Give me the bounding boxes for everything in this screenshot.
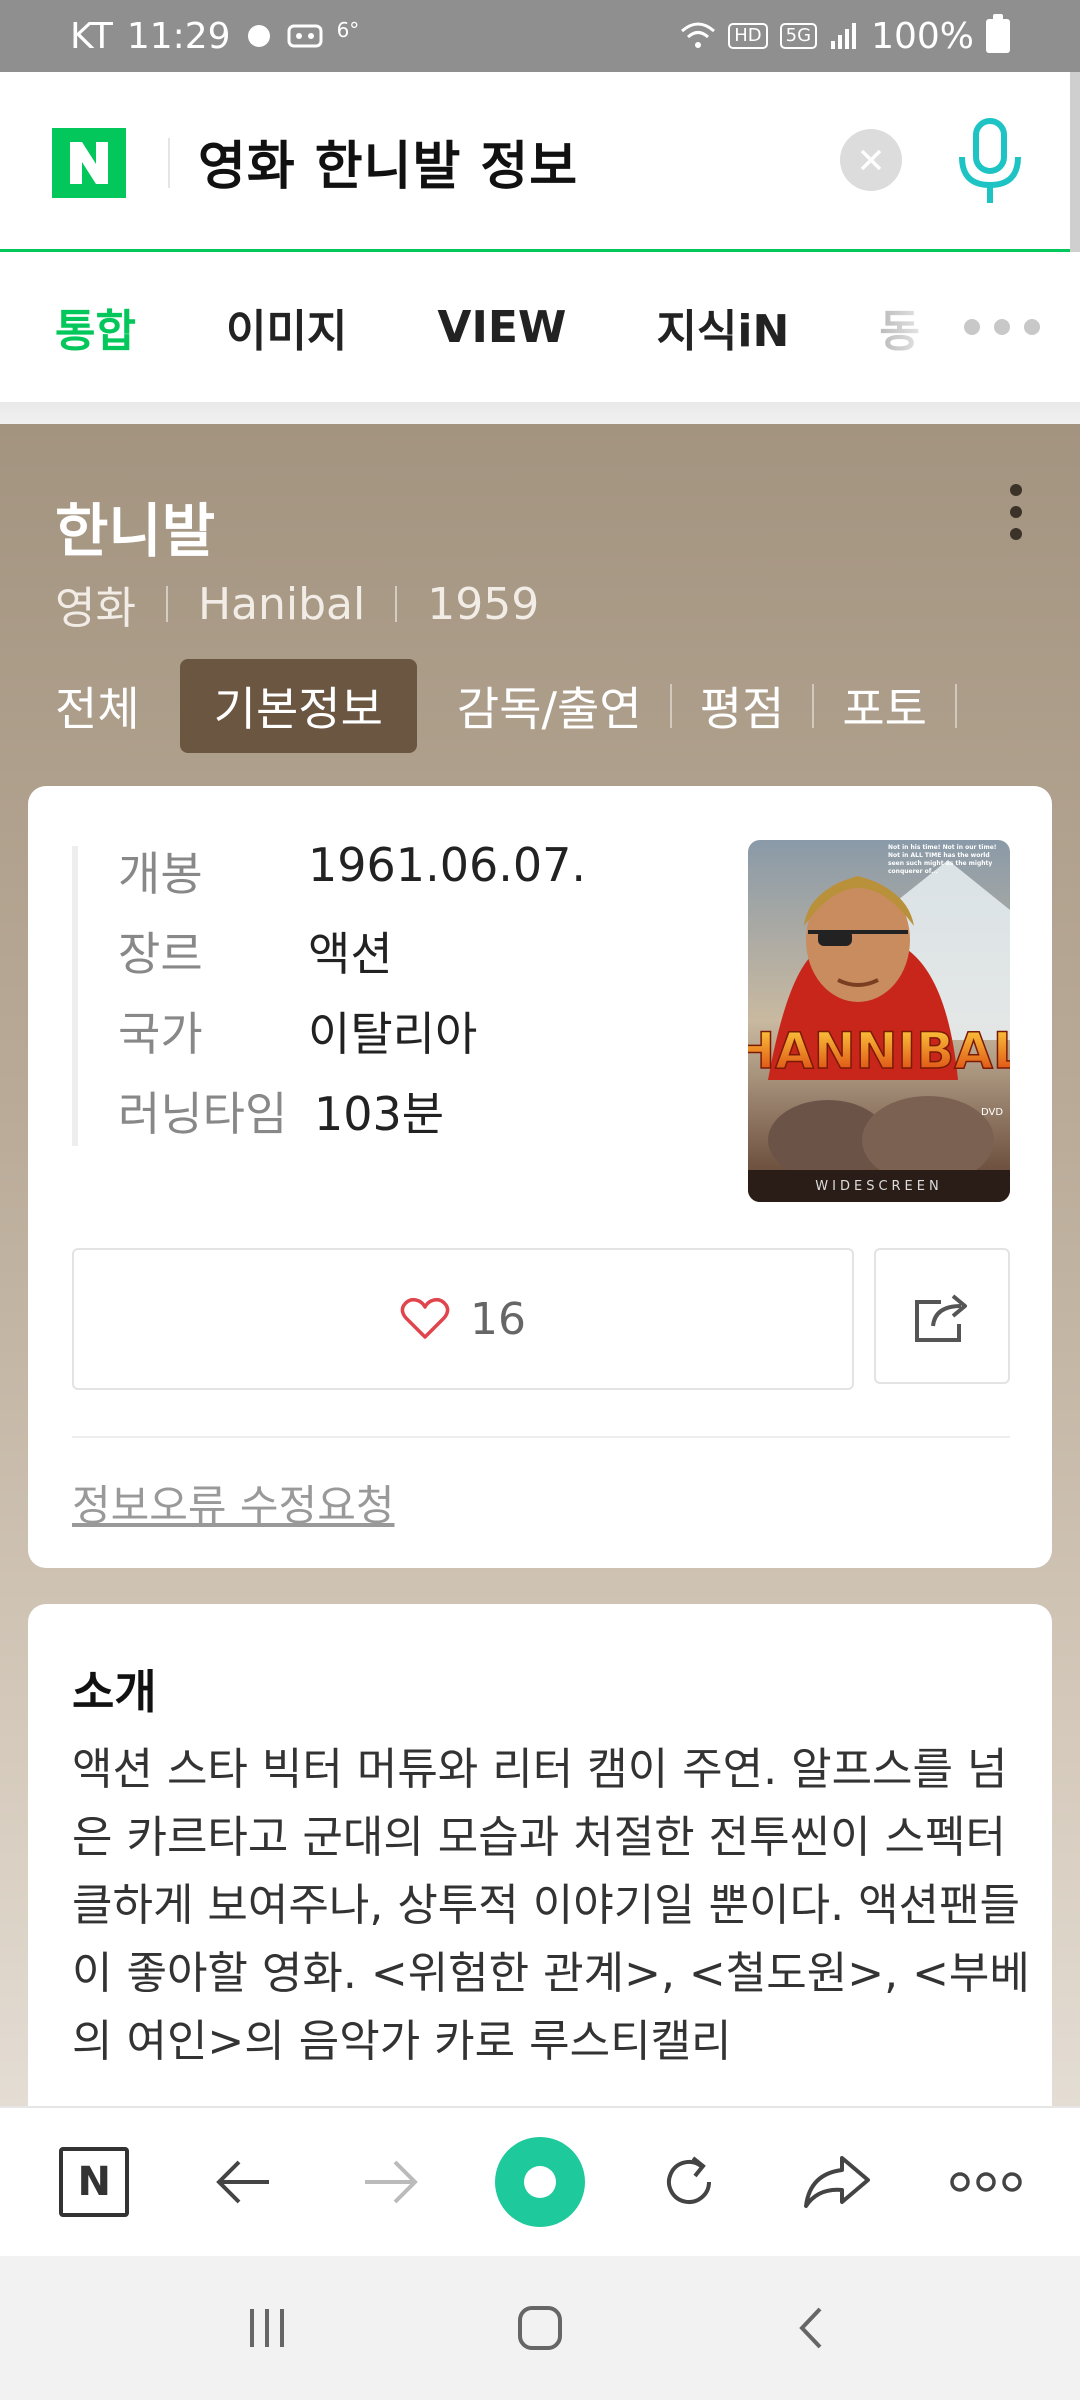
intro-title: 소개 xyxy=(72,1665,157,1719)
more-dot-icon xyxy=(1024,319,1040,335)
info-row-country: 국가 이탈리아 xyxy=(118,998,477,1064)
message-bubble-icon xyxy=(245,22,273,50)
green-dot-icon xyxy=(494,2137,585,2227)
back-button[interactable] xyxy=(193,2132,293,2232)
more-dot-icon xyxy=(994,319,1010,335)
movie-poster[interactable]: HANNIBAL WIDESCREEN DVD Not in his time!… xyxy=(748,840,1010,1202)
android-nav-bar xyxy=(0,2256,1080,2400)
tabs-shadow xyxy=(0,402,1080,424)
more-icon xyxy=(949,2172,1022,2192)
subtab-rating[interactable]: 평점 xyxy=(700,673,785,739)
movie-original-title: Hanibal xyxy=(197,578,366,630)
5g-badge: 5G xyxy=(779,23,818,49)
naver-home-button[interactable]: N xyxy=(44,2132,144,2232)
battery-icon xyxy=(986,14,1010,53)
divider xyxy=(669,684,672,728)
divider xyxy=(812,684,815,728)
subtab-all[interactable]: 전체 xyxy=(55,673,140,739)
signal-icon xyxy=(829,21,859,51)
recent-apps-icon[interactable] xyxy=(242,2303,292,2353)
share-icon xyxy=(915,1294,967,1342)
back-icon[interactable] xyxy=(788,2303,838,2353)
info-row-genre: 장르 액션 xyxy=(118,918,393,984)
tab-integrated[interactable]: 통합 xyxy=(55,295,136,359)
back-arrow-icon xyxy=(216,2160,269,2204)
info-key: 국가 xyxy=(118,1007,203,1061)
green-dot-button[interactable] xyxy=(490,2132,590,2232)
info-value: 1961.06.07. xyxy=(308,838,586,892)
naver-logo-icon[interactable] xyxy=(52,128,126,198)
basic-info-card: 개봉 1961.06.07. 장르 액션 국가 이탈리아 러닝타임 103분 H… xyxy=(28,786,1052,1568)
search-header: 영화 한니발 정보 xyxy=(0,72,1080,252)
tab-view[interactable]: VIEW xyxy=(437,302,566,353)
share-page-button[interactable] xyxy=(787,2132,887,2232)
time-label: 11:29 xyxy=(126,15,231,57)
voice-search-button[interactable] xyxy=(950,117,1030,209)
poster-badge: DVD xyxy=(981,1107,1003,1118)
intro-card: 소개 액션 스타 빅터 머튜와 리터 캠이 주연. 알프스를 넘은 카르타고 군… xyxy=(28,1604,1052,2164)
naver-home-icon: N xyxy=(59,2147,130,2217)
status-bar: KT 11:29 6° HD 5G 100% xyxy=(0,0,1080,72)
report-error-link[interactable]: 정보오류 수정요청 xyxy=(72,1472,394,1533)
wifi-icon xyxy=(680,21,716,51)
search-input[interactable]: 영화 한니발 정보 xyxy=(198,124,578,199)
info-value: 액션 xyxy=(308,927,393,981)
carrier-label: KT xyxy=(70,15,113,57)
info-value: 103분 xyxy=(314,1087,445,1141)
subtab-basic-info[interactable]: 기본정보 xyxy=(179,659,417,753)
search-tabs: 통합 이미지 VIEW 지식iN 동 xyxy=(0,252,1080,402)
temperature-label: 6° xyxy=(336,18,360,42)
like-count: 16 xyxy=(470,1293,526,1345)
refresh-icon xyxy=(666,2156,711,2204)
microphone-icon xyxy=(959,118,1021,203)
share-button[interactable] xyxy=(874,1248,1010,1384)
info-key: 러닝타임 xyxy=(118,1087,288,1141)
poster-title: HANNIBAL xyxy=(748,1022,1010,1080)
heart-icon xyxy=(400,1297,450,1339)
battery-percent: 100% xyxy=(871,15,974,57)
more-tabs-button[interactable] xyxy=(880,252,1050,402)
movie-category: 영화 xyxy=(55,583,136,634)
subtab-director-cast[interactable]: 감독/출연 xyxy=(457,673,642,739)
divider xyxy=(395,586,398,622)
tab-images[interactable]: 이미지 xyxy=(226,295,347,359)
info-row-runtime: 러닝타임 103분 xyxy=(118,1078,444,1144)
movie-year: 1959 xyxy=(427,578,540,630)
close-icon xyxy=(860,149,882,171)
refresh-button[interactable] xyxy=(639,2132,739,2232)
kebab-menu-icon[interactable] xyxy=(1010,484,1024,540)
clear-search-button[interactable] xyxy=(840,129,902,191)
movie-title: 한니발 xyxy=(55,497,216,565)
divider xyxy=(954,684,957,728)
more-dot-icon xyxy=(964,319,980,335)
hd-badge: HD xyxy=(728,23,768,49)
more-button[interactable] xyxy=(936,2132,1036,2232)
info-accent-bar xyxy=(72,846,78,1146)
movie-subtabs: 전체 기본정보 감독/출연 평점 포토 xyxy=(0,656,1080,756)
divider xyxy=(168,138,170,188)
info-key: 개봉 xyxy=(118,847,203,901)
vr-icon xyxy=(287,23,323,49)
intro-text: 액션 스타 빅터 머튜와 리터 캠이 주연. 알프스를 넘은 카르타고 군대의 … xyxy=(72,1744,1030,2067)
subtab-photo[interactable]: 포토 xyxy=(842,673,927,739)
movie-panel: 한니발 영화 Hanibal 1959 전체 기본정보 감독/출연 평점 포토 … xyxy=(0,424,1080,2164)
home-icon[interactable] xyxy=(515,2303,565,2353)
info-row-release: 개봉 1961.06.07. xyxy=(118,838,586,904)
poster-footer: WIDESCREEN xyxy=(815,1179,942,1194)
info-key: 장르 xyxy=(118,927,203,981)
browser-toolbar: N xyxy=(0,2106,1080,2256)
info-value: 이탈리아 xyxy=(308,1007,478,1061)
divider xyxy=(72,1436,1010,1438)
poster-tagline: Not in his time! Not in our time! Not in… xyxy=(888,844,997,875)
tab-knowledge-in[interactable]: 지식iN xyxy=(656,295,789,359)
movie-meta: 영화 Hanibal 1959 xyxy=(55,572,539,636)
forward-button[interactable] xyxy=(341,2132,441,2232)
share-arrow-icon xyxy=(804,2156,871,2208)
divider xyxy=(165,586,168,622)
like-button[interactable]: 16 xyxy=(72,1248,854,1390)
forward-arrow-icon xyxy=(365,2160,419,2204)
